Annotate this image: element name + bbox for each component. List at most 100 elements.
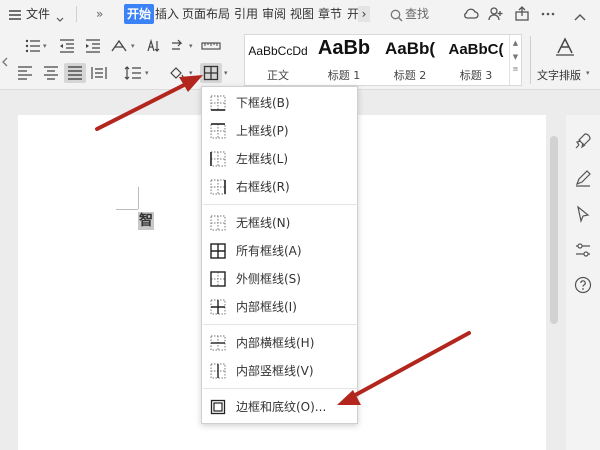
menu-item-label: 上框线(P) — [236, 124, 289, 138]
menu-item-inside-horizontal-border[interactable]: 内部横框线(H) — [202, 330, 357, 356]
share-user-icon[interactable] — [488, 6, 504, 26]
menu-item-bottom-border[interactable]: 下框线(B) — [202, 90, 357, 116]
more-options-icon[interactable] — [540, 6, 556, 26]
outside-borders-icon — [210, 271, 226, 287]
cloud-sync-icon[interactable] — [462, 6, 480, 26]
menu-bar: 文件 » 开始 插入 页面布局 引用 审阅 视图 章节 开 › 查找 — [0, 0, 600, 28]
file-menu-chevron-icon[interactable] — [56, 9, 64, 28]
tab-insert[interactable]: 插入 — [155, 0, 179, 28]
menu-item-left-border[interactable]: 左框线(L) — [202, 146, 357, 172]
text-layout-button[interactable]: 文字排版 ▾ — [536, 36, 594, 84]
tab-overflow[interactable]: 开 — [347, 0, 358, 28]
justify-icon — [68, 66, 82, 80]
menu-item-borders-and-shading[interactable]: 边框和底纹(O)... — [202, 394, 357, 420]
paint-bucket-icon — [170, 67, 184, 79]
menu-item-label: 边框和底纹(O)... — [236, 400, 327, 414]
show-hide-marks-button[interactable] — [166, 36, 188, 56]
menu-item-label: 内部竖框线(V) — [236, 364, 314, 378]
gallery-expand-icon[interactable]: ≡ — [510, 65, 521, 73]
settings-sliders-icon[interactable] — [573, 240, 593, 260]
gallery-up-icon[interactable]: ▲ — [510, 39, 521, 47]
tab-chapter[interactable]: 章节 — [318, 0, 342, 28]
menu-item-inside-borders[interactable]: 内部框线(I) — [202, 294, 357, 320]
line-spacing-button[interactable] — [122, 63, 144, 83]
justify-button[interactable] — [64, 63, 86, 83]
menu-item-inside-vertical-border[interactable]: 内部竖框线(V) — [202, 358, 357, 384]
left-border-icon — [210, 151, 226, 167]
rocket-icon[interactable] — [573, 131, 593, 151]
chinese-layout-icon — [111, 39, 127, 52]
chinese-layout-button[interactable] — [108, 36, 130, 56]
margin-marker — [116, 209, 138, 210]
gallery-down-icon[interactable]: ▼ — [510, 53, 521, 61]
cursor-select-icon[interactable] — [573, 204, 593, 224]
menu-item-right-border[interactable]: 右框线(R) — [202, 174, 357, 200]
margin-marker — [138, 187, 139, 209]
hamburger-menu-icon[interactable] — [8, 7, 22, 26]
style-gallery-scroll[interactable]: ▲ ▼ ≡ — [509, 35, 521, 85]
borders-button[interactable] — [200, 63, 222, 83]
tab-home[interactable]: 开始 — [124, 4, 155, 24]
top-border-icon — [210, 123, 226, 139]
distributed-align-icon — [91, 67, 107, 79]
menu-item-label: 下框线(B) — [236, 96, 290, 110]
align-left-icon — [18, 66, 32, 80]
all-borders-icon — [203, 65, 219, 81]
tab-references[interactable]: 引用 — [234, 0, 258, 28]
share-icon[interactable] — [514, 6, 530, 26]
style-heading-2[interactable]: AaBb( 标题 2 — [377, 35, 443, 85]
increase-indent-button[interactable] — [82, 36, 104, 56]
sort-icon — [147, 39, 160, 52]
more-menu-button[interactable]: » — [96, 0, 103, 28]
style-name: 标题 3 — [459, 69, 493, 82]
borders-and-shading-icon — [210, 399, 226, 415]
menu-item-outside-borders[interactable]: 外侧框线(S) — [202, 266, 357, 292]
search-label[interactable]: 查找 — [405, 0, 429, 28]
align-center-icon — [44, 66, 58, 80]
tab-page-layout[interactable]: 页面布局 — [182, 0, 230, 28]
collapse-ribbon-icon[interactable] — [574, 8, 586, 27]
borders-dropdown-menu: 下框线(B) 上框线(P) 左框线(L) 右框线(R) 无框线(N) 所有框线(… — [201, 86, 358, 424]
style-name: 标题 1 — [327, 69, 361, 82]
file-menu-label[interactable]: 文件 — [26, 0, 50, 28]
style-normal[interactable]: AaBbCcDd 正文 — [245, 35, 311, 85]
decrease-indent-button[interactable] — [56, 36, 78, 56]
bullet-list-icon — [25, 39, 40, 53]
bullet-list-button[interactable] — [22, 36, 44, 56]
scrollbar-thumb[interactable] — [550, 136, 558, 324]
distributed-align-button[interactable] — [88, 63, 110, 83]
search-icon[interactable] — [390, 7, 403, 26]
pen-icon[interactable] — [573, 168, 593, 188]
style-sample: AaBb — [317, 37, 371, 59]
help-icon[interactable] — [573, 275, 593, 295]
style-heading-3[interactable]: AaBbC( 标题 3 — [443, 35, 509, 85]
menu-separator — [203, 324, 358, 325]
ruler-icon — [201, 42, 221, 50]
all-borders-icon — [210, 243, 226, 259]
style-name: 正文 — [267, 69, 289, 82]
borders-dropdown-caret[interactable]: ▾ — [224, 69, 228, 77]
style-sample: AaBbCcDd — [248, 44, 308, 58]
inside-horizontal-border-icon — [210, 335, 226, 351]
shading-button[interactable] — [166, 63, 188, 83]
menu-item-label: 内部横框线(H) — [236, 336, 315, 350]
align-left-button[interactable] — [14, 63, 36, 83]
align-center-button[interactable] — [40, 63, 62, 83]
ribbon-scroll-left-icon[interactable] — [2, 52, 8, 71]
menu-item-all-borders[interactable]: 所有框线(A) — [202, 238, 357, 264]
document-text[interactable]: 智 — [138, 212, 154, 230]
style-name: 标题 2 — [393, 69, 427, 82]
ribbon-toolbar: ▾ ▾ ▾ ▾ ▾ ▾ AaBbCcDd 正文 AaBb 标题 1 AaBb(… — [0, 28, 600, 90]
bottom-border-icon — [210, 95, 226, 111]
menu-separator — [203, 388, 358, 389]
tabs-scroll-right-button[interactable]: › — [358, 6, 370, 22]
sort-button[interactable] — [142, 36, 164, 56]
ruler-button[interactable] — [200, 36, 222, 56]
menu-item-no-border[interactable]: 无框线(N) — [202, 210, 357, 236]
tab-view[interactable]: 视图 — [290, 0, 314, 28]
menu-item-top-border[interactable]: 上框线(P) — [202, 118, 357, 144]
inside-vertical-border-icon — [210, 363, 226, 379]
no-border-icon — [210, 215, 226, 231]
style-heading-1[interactable]: AaBb 标题 1 — [311, 35, 377, 85]
tab-review[interactable]: 审阅 — [262, 0, 286, 28]
